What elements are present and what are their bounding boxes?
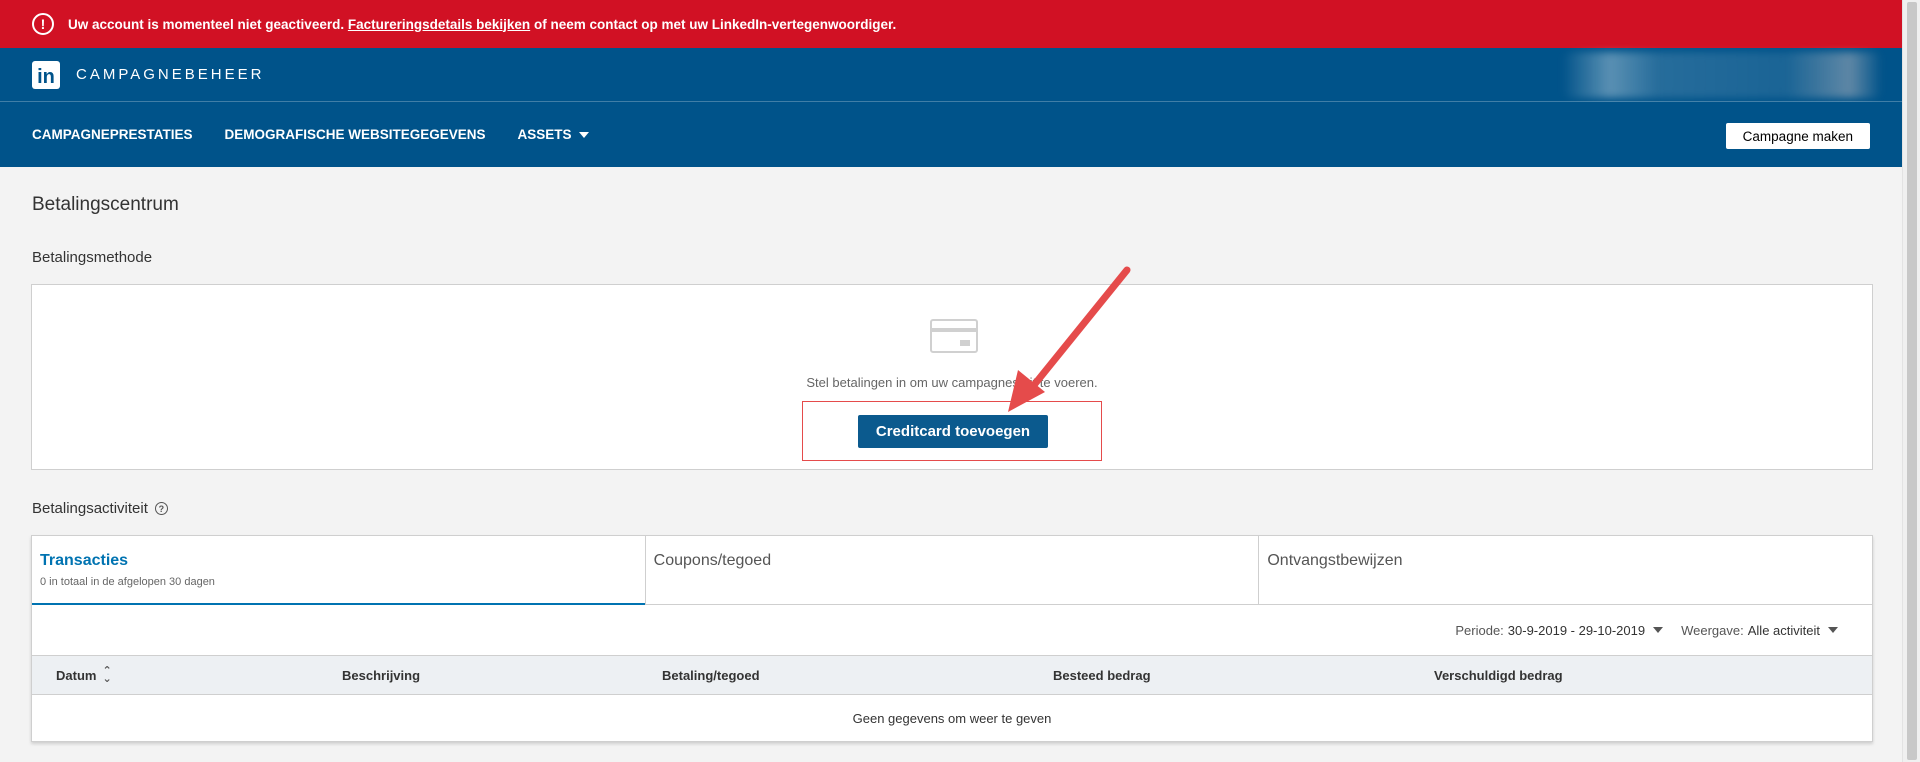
activity-filters: Periode: 30-9-2019 - 29-10-2019 Weergave… [32, 605, 1872, 655]
annotation-highlight-box [802, 401, 1102, 461]
brand-title: CAMPAGNEBEHEER [76, 66, 265, 83]
credit-card-icon [930, 319, 978, 353]
view-value: Alle activiteit [1747, 622, 1820, 638]
tab-coupons-credit[interactable]: Coupons/tegoed [646, 536, 1260, 604]
vertical-scrollbar[interactable] [1902, 0, 1920, 762]
caret-down-icon [1828, 627, 1838, 633]
period-filter-dropdown[interactable]: Periode: 30-9-2019 - 29-10-2019 [1455, 622, 1664, 638]
main-nav: CAMPAGNEPRESTATIES DEMOGRAFISCHE WEBSITE… [0, 102, 1902, 167]
account-profile-menu[interactable] [1562, 52, 1882, 98]
tab-subtext: 0 in totaal in de afgelopen 30 dagen [40, 576, 215, 588]
transactions-table-header: Datum ⌃ ⌄ Beschrijving Betaling/tegoed Be… [32, 655, 1872, 695]
exclamation-circle-icon: ! [32, 13, 54, 35]
column-date[interactable]: Datum ⌃ ⌄ [56, 665, 112, 684]
tab-label: Ontvangstbewijzen [1267, 552, 1403, 569]
caret-down-icon [578, 131, 589, 138]
alert-text: Uw account is momenteel niet geactiveerd… [68, 17, 896, 32]
column-label: Datum [56, 668, 97, 684]
caret-down-icon [1653, 627, 1664, 633]
create-campaign-button[interactable]: Campagne maken [1725, 123, 1870, 149]
nav-label: CAMPAGNEPRESTATIES [32, 127, 193, 142]
page-title: Betalingscentrum [32, 194, 179, 215]
activity-tabs: Transacties 0 in totaal in de afgelopen … [32, 536, 1872, 605]
column-amount-due: Verschuldigd bedrag [1434, 668, 1563, 683]
top-header: in CAMPAGNEBEHEER [0, 48, 1902, 102]
tab-receipts[interactable]: Ontvangstbewijzen [1259, 536, 1872, 604]
empty-table-message: Geen gegevens om weer te geven [852, 710, 1052, 726]
linkedin-logo-icon[interactable]: in [32, 60, 60, 89]
column-payment-credit: Betaling/tegoed [662, 668, 760, 683]
tab-label: Coupons/tegoed [653, 552, 772, 569]
nav-assets-dropdown[interactable]: ASSETS [518, 127, 589, 142]
view-filter-dropdown[interactable]: Weergave: Alle activiteit [1681, 623, 1838, 638]
alert-text-after: of neem contact op met uw LinkedIn-verte… [533, 16, 897, 32]
alert-text-before: Uw account is momenteel niet geactiveerd… [68, 16, 345, 32]
payment-method-heading: Betalingsmethode [32, 249, 153, 266]
payment-activity-panel: Transacties 0 in totaal in de afgelopen … [31, 535, 1873, 742]
payment-activity-heading: Betalingsactiviteit ? [32, 500, 168, 517]
billing-details-link[interactable]: Factureringsdetails bekijken [348, 17, 530, 32]
period-label: Periode: [1455, 622, 1504, 638]
nav-website-demographics[interactable]: DEMOGRAFISCHE WEBSITEGEGEVENS [225, 127, 486, 142]
nav-label: ASSETS [517, 127, 572, 142]
sort-icon[interactable]: ⌃ ⌄ [102, 665, 111, 684]
tab-label: Transacties [40, 552, 129, 569]
nav-label: DEMOGRAFISCHE WEBSITEGEGEVENS [224, 127, 486, 142]
payment-setup-message: Stel betalingen in om uw campagnes uit t… [806, 375, 1098, 390]
column-amount-spent: Besteed bedrag [1053, 668, 1151, 683]
scrollbar-thumb[interactable] [1907, 2, 1917, 760]
payment-activity-title: Betalingsactiviteit [32, 500, 148, 517]
account-alert-banner: ! Uw account is momenteel niet geactivee… [0, 0, 1902, 48]
view-label: Weergave: [1681, 622, 1744, 638]
tab-transactions[interactable]: Transacties 0 in totaal in de afgelopen … [32, 536, 646, 605]
help-question-icon[interactable]: ? [154, 502, 168, 515]
nav-campaign-performance[interactable]: CAMPAGNEPRESTATIES [32, 127, 193, 142]
column-description: Beschrijving [342, 668, 421, 683]
period-value: 30-9-2019 - 29-10-2019 [1507, 622, 1646, 638]
